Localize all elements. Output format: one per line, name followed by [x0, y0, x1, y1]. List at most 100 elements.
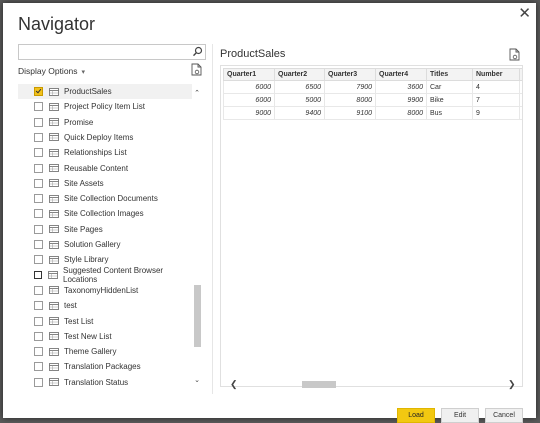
item-checkbox[interactable] — [34, 102, 43, 112]
tree-item[interactable]: Site Collection Images — [18, 206, 192, 221]
item-checkbox[interactable] — [34, 255, 43, 265]
tree-item[interactable]: Translation Status — [18, 375, 192, 390]
item-checkbox[interactable] — [34, 178, 43, 188]
table-icon — [49, 317, 59, 325]
tree-item[interactable]: Site Pages — [18, 222, 192, 237]
search-box[interactable] — [18, 44, 206, 62]
table-icon — [49, 301, 59, 310]
item-checkbox[interactable] — [34, 117, 43, 127]
tree-item[interactable]: Solution Gallery — [18, 237, 192, 252]
tree-item[interactable]: Site Collection Documents — [18, 191, 192, 206]
tree-item[interactable]: Test New List — [18, 329, 192, 344]
table-cell: Bike — [426, 93, 473, 107]
table-icon — [49, 194, 59, 203]
tree-item-label: Promise — [64, 117, 94, 127]
table-icon — [49, 164, 59, 172]
column-header[interactable]: Titles — [426, 68, 473, 81]
tree-item-label: ProductSales — [64, 87, 112, 96]
column-header[interactable]: Quarter1 — [223, 68, 275, 81]
item-checkbox[interactable] — [34, 209, 43, 219]
table-cell — [519, 106, 522, 120]
table-icon — [49, 133, 59, 142]
tree-vertical-scrollbar[interactable]: ⌃ ⌄ — [193, 90, 201, 385]
tree-item-label: Site Assets — [64, 178, 104, 188]
tree-item-label: test — [64, 301, 77, 311]
tree-item-label: Project Policy Item List — [64, 102, 145, 112]
tree-item[interactable]: Translation Packages — [18, 359, 192, 374]
tree-item[interactable]: Relationships List — [18, 145, 192, 160]
tree-item[interactable]: Style Library — [18, 252, 192, 267]
tree-item[interactable]: test — [18, 298, 192, 313]
column-header[interactable]: Number — [472, 68, 520, 81]
tree-item-label: Translation Status — [64, 377, 129, 387]
tree-item-label: Site Collection Images — [64, 209, 144, 219]
table-cell: 6000 — [223, 93, 275, 107]
table-icon — [49, 347, 59, 356]
table-icon — [48, 271, 58, 279]
tree-item[interactable]: Test List — [18, 314, 192, 329]
scroll-left-icon[interactable]: ❮ — [230, 379, 238, 389]
tree-item[interactable]: Reusable Content — [18, 161, 192, 176]
item-checkbox[interactable] — [34, 87, 43, 96]
item-checkbox[interactable] — [34, 362, 43, 372]
display-options-dropdown[interactable]: Display Options ▾ — [18, 66, 85, 76]
tree-item[interactable]: Promise — [18, 115, 192, 130]
table-cell: Bus — [426, 106, 473, 120]
table-cell: 7 — [472, 93, 520, 107]
table-cell: 9100 — [324, 106, 376, 120]
item-checkbox[interactable] — [34, 132, 43, 142]
scroll-right-icon[interactable]: ❯ — [508, 379, 516, 389]
table-icon — [49, 118, 59, 126]
tree-item[interactable]: Theme Gallery — [18, 344, 192, 359]
tree-item[interactable]: TaxonomyHiddenList — [18, 283, 192, 298]
tree-item[interactable]: Quick Deploy Items — [18, 130, 192, 145]
search-icon[interactable] — [192, 46, 203, 57]
pane-divider — [212, 44, 213, 394]
item-checkbox[interactable] — [34, 285, 43, 295]
scroll-up-icon[interactable]: ⌃ — [193, 90, 201, 98]
scrollbar-thumb[interactable] — [194, 285, 201, 347]
tree-item[interactable]: Project Policy Item List — [18, 99, 192, 114]
item-checkbox[interactable] — [34, 271, 42, 280]
item-checkbox[interactable] — [34, 194, 43, 204]
dialog-title: Navigator — [18, 14, 96, 34]
preview-title: ProductSales — [220, 48, 286, 60]
column-header[interactable]: ID.1 — [519, 68, 522, 81]
item-checkbox[interactable] — [34, 240, 43, 249]
column-header[interactable]: Quarter2 — [274, 68, 325, 81]
tree-item[interactable]: Site Assets — [18, 176, 192, 191]
table-icon — [49, 286, 59, 295]
tree-item-label: Site Pages — [64, 224, 103, 234]
table-cell — [519, 80, 522, 94]
table-cell: 9400 — [274, 106, 325, 120]
column-header[interactable]: Quarter3 — [324, 68, 376, 81]
table-cell: 8000 — [324, 93, 376, 107]
item-checkbox[interactable] — [34, 331, 43, 341]
item-checkbox[interactable] — [34, 301, 43, 311]
table-icon — [49, 87, 59, 96]
refresh-document-icon[interactable] — [191, 63, 202, 76]
table-cell: 8000 — [375, 106, 427, 120]
item-checkbox[interactable] — [34, 347, 43, 357]
tree-item-label: Suggested Content Browser Locations — [63, 266, 164, 285]
tree-item[interactable]: ProductSales — [18, 84, 192, 99]
item-checkbox[interactable] — [34, 224, 43, 234]
table-row: 6000 6500 7900 3600 Car 4 — [223, 80, 522, 94]
table-icon — [49, 255, 59, 264]
table-cell: 5000 — [274, 93, 325, 107]
close-icon[interactable]: ✕ — [518, 4, 531, 22]
tree-item[interactable]: Suggested Content Browser Locations — [18, 266, 192, 285]
item-checkbox[interactable] — [34, 148, 43, 158]
search-input[interactable] — [19, 48, 190, 62]
refresh-document-icon[interactable] — [509, 48, 520, 61]
column-header[interactable]: Quarter4 — [375, 68, 427, 81]
item-checkbox[interactable] — [34, 316, 43, 326]
grid-horizontal-scrollbar[interactable]: ❮ ❯ — [230, 379, 516, 389]
table-cell: Car — [426, 80, 473, 94]
tree-item-label: Quick Deploy Items — [64, 132, 134, 142]
item-checkbox[interactable] — [34, 377, 43, 387]
table-cell: 4 — [472, 80, 520, 94]
item-checkbox[interactable] — [34, 163, 43, 173]
scroll-down-icon[interactable]: ⌄ — [193, 377, 201, 385]
scrollbar-thumb[interactable] — [302, 381, 336, 388]
